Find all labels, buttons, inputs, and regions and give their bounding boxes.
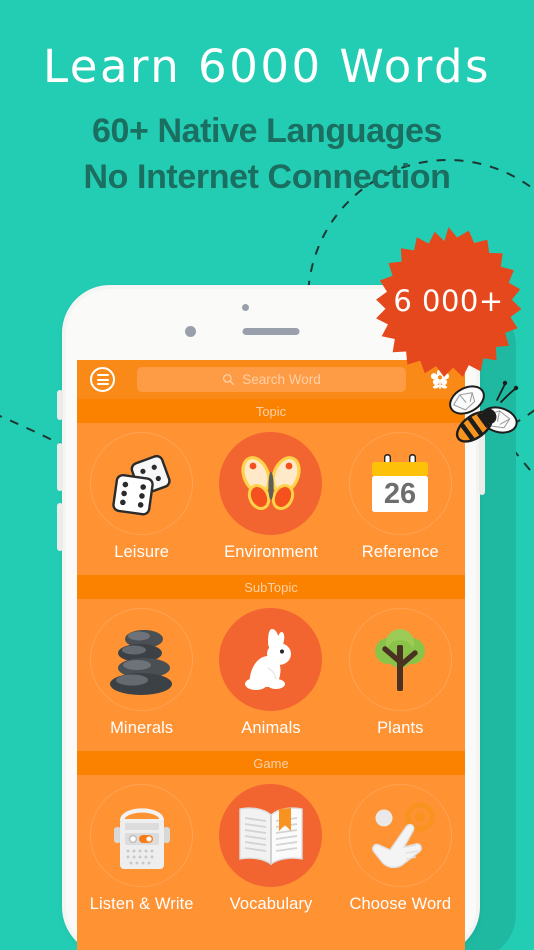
app-screen: Search Word Topic Leisure Environment 26… [77, 360, 465, 950]
calendar-day-number: 26 [384, 478, 416, 510]
bee-icon [449, 380, 519, 443]
category-listen-and-write[interactable]: Listen & Write [77, 784, 206, 927]
butterfly-icon [219, 432, 323, 535]
category-environment[interactable]: Environment [206, 432, 335, 575]
category-vocabulary[interactable]: Vocabulary [206, 784, 335, 927]
pointing-hand-icon [348, 784, 452, 887]
search-icon [223, 373, 235, 386]
search-placeholder-text: Search Word [242, 372, 321, 387]
section-row-topic: Leisure Environment 26 Reference [77, 423, 465, 575]
section-row-game: Listen & Write Vocabulary Choose Word [77, 775, 465, 927]
section-label-game: Game [77, 751, 465, 775]
cassette-recorder-icon [90, 784, 194, 887]
category-label: Reference [361, 543, 439, 561]
volume-up-button[interactable] [57, 443, 63, 491]
silent-switch[interactable] [57, 390, 63, 420]
category-plants[interactable]: Plants [336, 608, 465, 751]
promo-headline-block: Learn 6000 Words 60+ Native Languages No… [0, 0, 534, 201]
badge-text: 6 000+ [393, 283, 504, 318]
category-label: Listen & Write [89, 895, 194, 913]
category-label: Leisure [114, 543, 170, 561]
tree-icon [348, 608, 452, 711]
stacked-stones-icon [90, 608, 194, 711]
category-label: Environment [224, 543, 318, 561]
category-label: Vocabulary [229, 895, 313, 913]
section-row-subtopic: Minerals Animals Plants [77, 599, 465, 751]
phone-device: Search Word Topic Leisure Environment 26… [57, 285, 485, 950]
category-animals[interactable]: Animals [206, 608, 335, 751]
front-camera [185, 326, 196, 337]
category-leisure[interactable]: Leisure [77, 432, 206, 575]
hamburger-menu-icon[interactable] [90, 367, 115, 392]
promo-screenshot: Learn 6000 Words 60+ Native Languages No… [0, 0, 534, 950]
category-label: Plants [377, 719, 424, 737]
search-input[interactable]: Search Word [137, 367, 406, 392]
calendar-icon: 26 [348, 432, 452, 535]
promo-title: Learn 6000 Words [42, 40, 491, 93]
category-label: Choose Word [349, 895, 452, 913]
promo-subtitle-offline: No Internet Connection [83, 157, 451, 196]
volume-down-button[interactable] [57, 503, 63, 551]
category-reference[interactable]: 26 Reference [336, 432, 465, 575]
section-label-topic: Topic [77, 399, 465, 423]
rabbit-icon [219, 608, 323, 711]
dice-icon [90, 432, 194, 535]
open-book-icon [219, 784, 323, 887]
word-count-badge: 6 000+ [372, 224, 525, 377]
category-minerals[interactable]: Minerals [77, 608, 206, 751]
category-label: Minerals [110, 719, 174, 737]
category-label: Animals [241, 719, 301, 737]
proximity-sensor [242, 304, 249, 311]
section-label-subtopic: SubTopic [77, 575, 465, 599]
category-choose-word[interactable]: Choose Word [336, 784, 465, 927]
promo-subtitle-languages: 60+ Native Languages [91, 112, 443, 150]
earpiece-speaker [242, 328, 300, 335]
